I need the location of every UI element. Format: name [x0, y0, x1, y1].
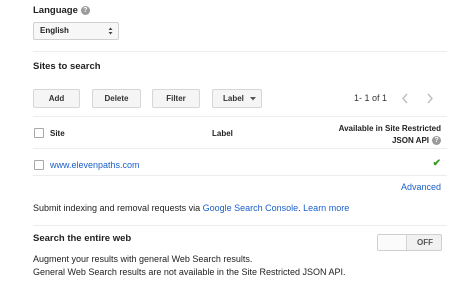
pagination-label: 1- 1 of 1 [354, 93, 388, 103]
language-select[interactable]: English [33, 22, 119, 40]
check-icon: ✔ [432, 158, 441, 169]
indexing-prefix: Submit indexing and removal requests via [33, 203, 203, 213]
row-checkbox[interactable] [34, 160, 44, 170]
entire-web-description-1: Augment your results with general Web Se… [33, 254, 253, 264]
select-all-checkbox[interactable] [34, 128, 44, 138]
entire-web-description-2: General Web Search results are not avail… [33, 267, 346, 277]
language-heading: Language? [33, 5, 90, 16]
label-dropdown-button[interactable]: Label [212, 89, 262, 108]
delete-button[interactable]: Delete [92, 89, 141, 108]
toggle-knob [378, 235, 407, 250]
label-dropdown-label: Label [223, 94, 244, 103]
table-top-divider [33, 116, 447, 117]
prev-page-button[interactable] [395, 89, 415, 108]
column-header-available: Available in Site Restricted JSON API? [339, 123, 441, 147]
column-header-label: Label [212, 129, 233, 138]
search-console-link[interactable]: Google Search Console [203, 203, 299, 213]
entire-web-toggle[interactable]: OFF [377, 234, 442, 251]
chevron-right-icon [427, 93, 433, 104]
select-arrows-icon [108, 27, 113, 35]
indexing-text: Submit indexing and removal requests via… [33, 203, 349, 213]
table-bottom-divider [33, 175, 447, 176]
column-header-available-line2-wrap: JSON API? [339, 135, 441, 147]
sites-heading: Sites to search [33, 61, 101, 72]
site-link[interactable]: www.elevenpaths.com [50, 160, 140, 170]
table-header-divider [33, 148, 447, 149]
language-selected-value: English [40, 26, 69, 35]
divider [33, 51, 447, 52]
help-icon[interactable]: ? [432, 136, 441, 145]
entire-web-heading: Search the entire web [33, 233, 132, 244]
divider [33, 225, 447, 226]
chevron-left-icon [402, 93, 408, 104]
language-title: Language [33, 5, 78, 16]
column-header-site: Site [50, 129, 65, 138]
column-header-available-line1: Available in Site Restricted [338, 124, 441, 133]
learn-more-link[interactable]: Learn more [303, 203, 349, 213]
column-header-available-line2: JSON API [391, 136, 429, 145]
caret-down-icon [250, 97, 256, 101]
filter-button[interactable]: Filter [152, 89, 200, 108]
advanced-link[interactable]: Advanced [401, 182, 441, 192]
toggle-state-label: OFF [417, 238, 433, 247]
help-icon[interactable]: ? [80, 6, 90, 15]
next-page-button[interactable] [420, 89, 440, 108]
add-button[interactable]: Add [33, 89, 80, 108]
